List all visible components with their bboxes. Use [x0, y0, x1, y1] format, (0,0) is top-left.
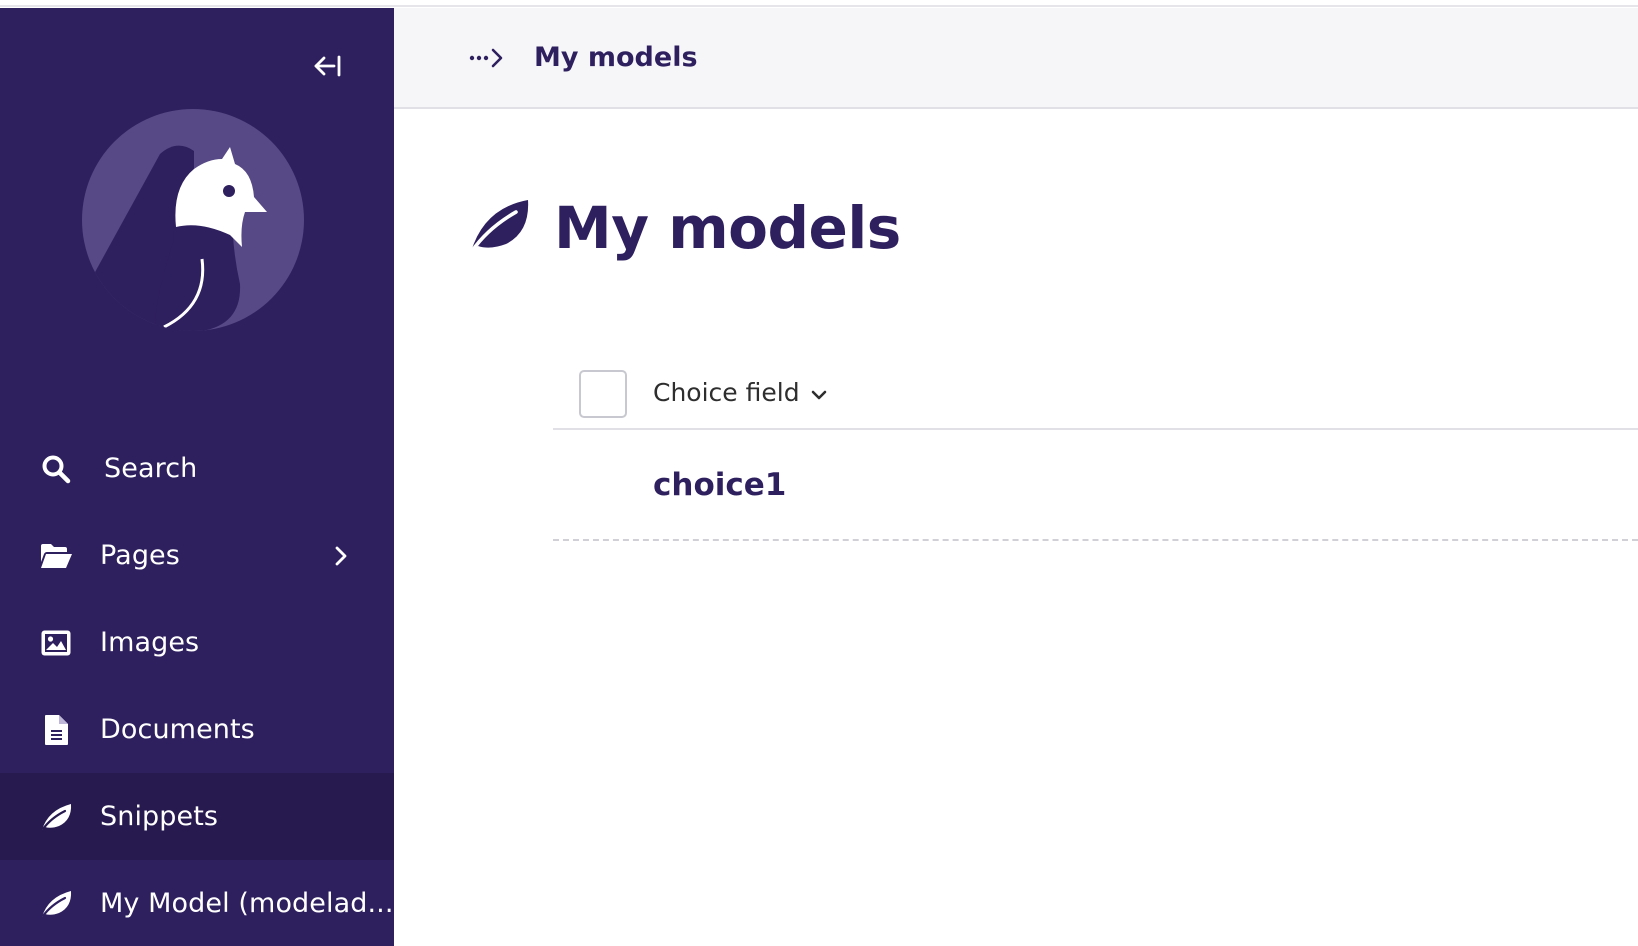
chevron-down-icon [810, 386, 828, 404]
sidebar-item-label: Images [100, 627, 200, 658]
select-all-checkbox[interactable] [579, 370, 627, 418]
sort-choice-field-button[interactable]: Choice field [653, 376, 828, 410]
snippet-leaf-icon [38, 886, 74, 922]
ellipsis-arrow-icon [469, 48, 503, 68]
image-icon [38, 625, 74, 661]
sidebar-item-documents[interactable]: Documents [0, 686, 394, 773]
search-icon [38, 451, 74, 487]
folder-open-icon [38, 538, 74, 574]
sidebar-item-label: Snippets [100, 801, 219, 832]
sidebar: Search Pages Images Documents Snippets M… [0, 8, 394, 946]
collapse-left-icon [314, 55, 341, 77]
table-header: Choice field [553, 350, 1638, 430]
collapse-sidebar-button[interactable] [302, 44, 352, 88]
breadcrumb-current: My models [534, 42, 698, 73]
sidebar-item-label: Documents [100, 714, 255, 745]
sidebar-item-my-model[interactable]: My Model (modelad... [0, 860, 394, 946]
main-menu: Search Pages Images Documents Snippets M… [0, 425, 394, 946]
table-row: choice1 [553, 431, 1638, 541]
chevron-right-icon[interactable] [330, 542, 352, 570]
sidebar-item-search[interactable]: Search [0, 425, 394, 512]
breadcrumb: My models [534, 40, 698, 76]
sidebar-item-images[interactable]: Images [0, 599, 394, 686]
document-icon [38, 712, 74, 748]
breadcrumb-toggle-button[interactable] [466, 40, 508, 76]
bird-logo[interactable] [82, 109, 304, 331]
row-title-link[interactable]: choice1 [653, 465, 786, 505]
column-header-label: Choice field [653, 378, 800, 407]
page-header: My models [394, 8, 1638, 109]
sidebar-item-label: My Model (modelad... [100, 888, 394, 919]
sidebar-item-label: Search [104, 453, 198, 484]
sidebar-item-pages[interactable]: Pages [0, 512, 394, 599]
page-title: My models [554, 194, 901, 262]
sidebar-item-label: Pages [100, 540, 180, 571]
snippet-leaf-icon [38, 799, 74, 835]
sidebar-item-snippets[interactable]: Snippets [0, 773, 394, 860]
window-top-border [0, 0, 1638, 7]
snippet-leaf-icon [466, 196, 530, 260]
